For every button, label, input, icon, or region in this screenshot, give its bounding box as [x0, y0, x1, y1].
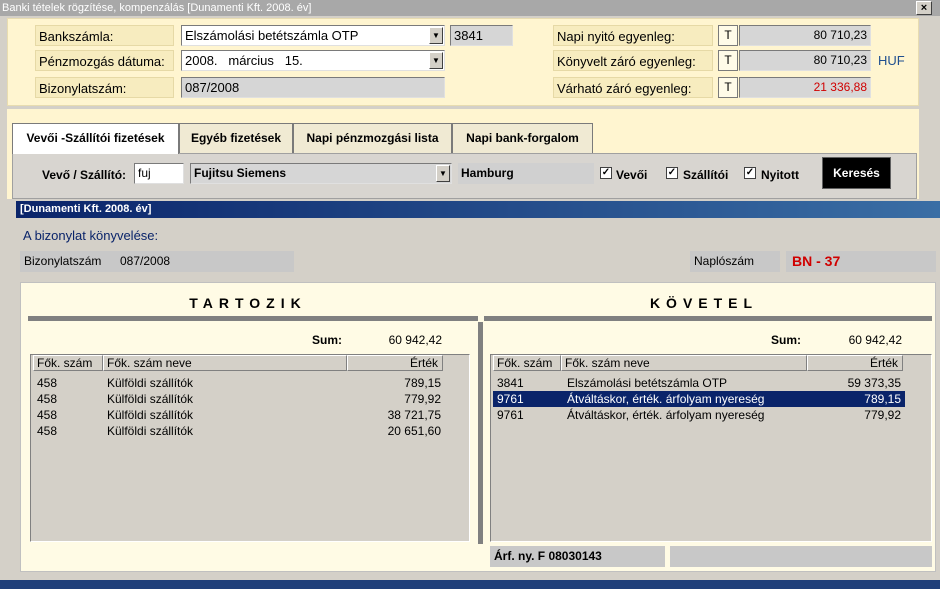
tartozik-sum-label: Sum: [312, 333, 342, 347]
row-value: 20 651,60 [387, 424, 441, 438]
table-row-selected[interactable]: 9761 Átváltáskor, érték. árfolyam nyeres… [493, 391, 905, 407]
row-value: 38 721,75 [387, 408, 441, 422]
bizonylat-field[interactable]: 087/2008 [181, 77, 445, 98]
row-value: 59 373,35 [847, 376, 901, 390]
tartozik-grid[interactable]: Fők. szám Fők. szám neve Érték 458 Külfö… [30, 354, 470, 542]
datum-value: 2008. március 15. [185, 53, 303, 68]
varhato-type: T [718, 77, 738, 98]
tab-strip: Vevői -Szállítói fizetések Egyéb fizetés… [12, 123, 917, 154]
row-code: 458 [37, 376, 58, 390]
row-name: Külföldi szállítók [107, 424, 194, 438]
row-code: 3841 [497, 376, 524, 390]
nyitott-checkbox[interactable]: ✓ [744, 167, 756, 179]
inner-bizonylat-row: Bizonylatszám 087/2008 [20, 251, 294, 272]
kovetel-sum-label: Sum: [771, 333, 801, 347]
close-button[interactable]: × [916, 1, 932, 15]
tartozik-sum-value: 60 942,42 [388, 333, 442, 347]
bankszamla-label: Bankszámla: [35, 25, 174, 46]
szallitoi-checkbox[interactable]: ✓ [666, 167, 678, 179]
inner-bizonylat-label: Bizonylatszám [24, 254, 102, 268]
naplo-label: Naplószám [690, 251, 780, 272]
chevron-down-icon[interactable]: ▼ [436, 165, 450, 182]
datum-label: Pénzmozgás dátuma: [35, 50, 174, 71]
varhato-label: Várható záró egyenleg: [553, 77, 713, 98]
footer-empty-field [670, 546, 932, 567]
vevoi-checkbox[interactable]: ✓ [600, 167, 612, 179]
table-row[interactable]: 458 Külföldi szállítók 20 651,60 [33, 423, 445, 439]
inner-bizonylat-value: 087/2008 [120, 254, 171, 268]
col-fok-szam[interactable]: Fők. szám [493, 355, 561, 371]
partner-code-input[interactable]: fuj [134, 163, 184, 184]
tab-napi-penzmozgasi[interactable]: Napi pénzmozgási lista [293, 123, 452, 153]
partner-select[interactable]: Fujitsu Siemens ▼ [190, 163, 452, 184]
row-code: 9761 [497, 408, 524, 422]
table-row[interactable]: 3841 Elszámolási betétszámla OTP 59 373,… [493, 375, 905, 391]
konyvelt-type: T [718, 50, 738, 71]
varhato-value: 21 336,88 [739, 77, 871, 98]
col-fok-szam[interactable]: Fők. szám [33, 355, 103, 371]
napi-nyito-type: T [718, 25, 738, 46]
kovetel-grid[interactable]: Fők. szám Fők. szám neve Érték 3841 Elsz… [490, 354, 932, 542]
table-row[interactable]: 458 Külföldi szállítók 789,15 [33, 375, 445, 391]
konyvelt-label: Könyvelt záró egyenleg: [553, 50, 713, 71]
konyvelt-value: 80 710,23 [739, 50, 871, 71]
bankszamla-code: 3841 [450, 25, 513, 46]
row-value: 779,92 [404, 392, 441, 406]
col-ertek[interactable]: Érték [347, 355, 443, 371]
napi-nyito-value: 80 710,23 [739, 25, 871, 46]
tab-vevoi-szallitoi[interactable]: Vevői -Szállítói fizetések [12, 123, 179, 154]
partner-label: Vevő / Szállító: [42, 168, 127, 182]
row-value: 789,15 [404, 376, 441, 390]
col-fok-szam-neve[interactable]: Fők. szám neve [103, 355, 347, 371]
row-code: 9761 [497, 392, 524, 406]
row-name: Átváltáskor, érték. árfolyam nyereség [567, 408, 765, 422]
row-value: 789,15 [864, 392, 901, 406]
window-title: Banki tételek rögzítése, kompenzálás [Du… [0, 0, 940, 16]
kovetel-sum-value: 60 942,42 [848, 333, 902, 347]
nyitott-label: Nyitott [761, 168, 799, 182]
datum-picker[interactable]: 2008. március 15. ▼ [181, 50, 445, 71]
partner-name: Fujitsu Siemens [194, 166, 287, 180]
ledger-divider [478, 322, 483, 544]
chevron-down-icon[interactable]: ▼ [429, 52, 443, 69]
row-name: Átváltáskor, érték. árfolyam nyereség [567, 392, 765, 406]
row-name: Külföldi szállítók [107, 392, 194, 406]
table-row[interactable]: 9761 Átváltáskor, érték. árfolyam nyeres… [493, 407, 905, 423]
row-code: 458 [37, 392, 58, 406]
napi-nyito-label: Napi nyitó egyenleg: [553, 25, 713, 46]
search-button[interactable]: Keresés [822, 157, 891, 189]
chevron-down-icon[interactable]: ▼ [429, 27, 443, 44]
vevoi-label: Vevői [616, 168, 648, 182]
currency-label: HUF [878, 53, 905, 68]
kovetel-separator [484, 316, 932, 321]
bizonylat-label: Bizonylatszám: [35, 77, 174, 98]
row-name: Külföldi szállítók [107, 376, 194, 390]
kovetel-title: KÖVETEL [649, 295, 759, 311]
naplo-value: BN - 37 [786, 251, 936, 272]
bottom-bar [0, 580, 940, 589]
bankszamla-value: Elszámolási betétszámla OTP [185, 28, 359, 43]
table-row[interactable]: 458 Külföldi szállítók 38 721,75 [33, 407, 445, 423]
booking-heading: A bizonylat könyvelése: [23, 228, 159, 243]
tartozik-separator [28, 316, 478, 321]
row-name: Külföldi szállítók [107, 408, 194, 422]
inner-window-title: [Dunamenti Kft. 2008. év] [16, 201, 940, 218]
arf-ny-field: Árf. ny. F 08030143 [490, 546, 665, 567]
szallitoi-label: Szállítói [683, 168, 729, 182]
bankszamla-select[interactable]: Elszámolási betétszámla OTP ▼ [181, 25, 445, 46]
tab-napi-bank[interactable]: Napi bank-forgalom [452, 123, 593, 153]
table-row[interactable]: 458 Külföldi szállítók 779,92 [33, 391, 445, 407]
col-fok-szam-neve[interactable]: Fők. szám neve [561, 355, 807, 371]
row-code: 458 [37, 424, 58, 438]
row-name: Elszámolási betétszámla OTP [567, 376, 728, 390]
tartozik-title: TARTOZIK [189, 295, 307, 311]
tab-egyeb[interactable]: Egyéb fizetések [179, 123, 293, 153]
col-ertek[interactable]: Érték [807, 355, 903, 371]
city-field: Hamburg [458, 163, 594, 184]
row-value: 779,92 [864, 408, 901, 422]
row-code: 458 [37, 408, 58, 422]
